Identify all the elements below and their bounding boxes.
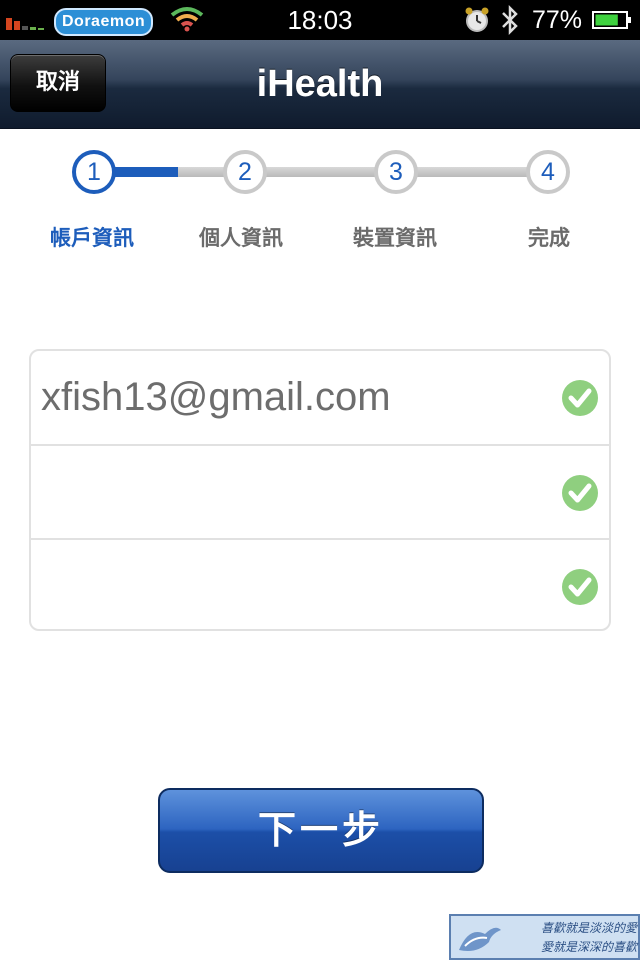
step-3-label: 裝置資訊 (353, 226, 437, 250)
battery-percent: 77% (532, 6, 583, 34)
check-icon (562, 380, 598, 416)
confirm-password-field[interactable] (31, 538, 609, 633)
check-icon (562, 475, 598, 511)
watermark-line-1: 喜歡就是淡淡的愛 (540, 921, 637, 935)
password-field[interactable] (31, 444, 609, 539)
step-1-circle: 1 (72, 150, 116, 194)
battery-icon (592, 11, 631, 29)
watermark: 喜歡就是淡淡的愛 愛就是深深的喜歡 (449, 914, 640, 960)
step-1-label: 帳戶資訊 (50, 226, 134, 250)
bird-icon (459, 927, 501, 951)
step-4-circle: 4 (526, 150, 570, 194)
watermark-line-2: 愛就是深深的喜歡 (540, 940, 637, 954)
bluetooth-icon (502, 4, 518, 36)
check-icon (562, 569, 598, 605)
status-bar: Doraemon 18:03 77% (0, 0, 640, 40)
alarm-clock-icon (465, 7, 489, 32)
navigation-bar: 取消 iHealth (0, 40, 640, 129)
account-form: xfish13@gmail.com (29, 349, 611, 631)
next-step-button[interactable]: 下一步 (158, 788, 484, 873)
step-4-label: 完成 (528, 226, 570, 250)
step-3-circle: 3 (374, 150, 418, 194)
email-field[interactable]: xfish13@gmail.com (31, 351, 609, 444)
page-title: iHealth (256, 63, 384, 105)
step-2-label: 個人資訊 (199, 226, 283, 250)
email-value: xfish13@gmail.com (41, 375, 391, 419)
step-2-circle: 2 (223, 150, 267, 194)
